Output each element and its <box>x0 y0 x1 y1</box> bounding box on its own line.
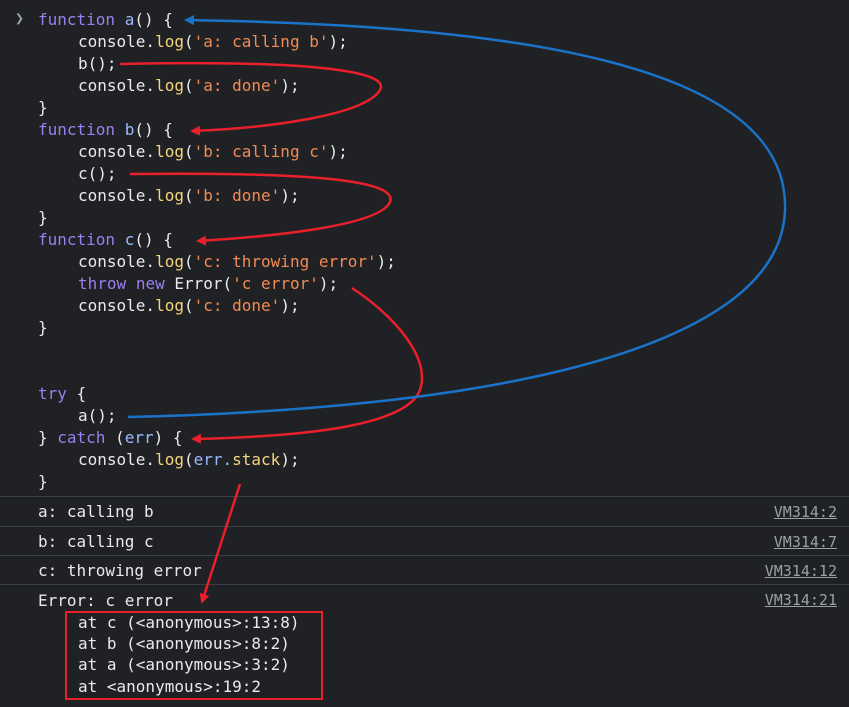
code-line: c(); <box>78 163 117 185</box>
code-line: } <box>38 207 48 229</box>
console-message: c: throwing error VM314:12 <box>0 555 849 585</box>
method-name: log <box>155 76 184 95</box>
code-line: function a() { <box>38 9 173 31</box>
code-line: function b() { <box>38 119 173 141</box>
keyword: new <box>135 274 165 293</box>
punctuation: } <box>38 98 48 117</box>
console-message: b: calling c VM314:7 <box>0 526 849 556</box>
call-expression: a(); <box>78 406 117 425</box>
method-name: log <box>155 252 184 271</box>
call-expression: c(); <box>78 164 117 183</box>
class-name: Error( <box>174 274 233 293</box>
string-literal: 'a: done' <box>193 76 281 95</box>
variable: err <box>124 428 154 447</box>
punctuation: ); <box>280 186 300 205</box>
console-input-block[interactable]: ❯ function a() { console.log('a: calling… <box>0 0 849 496</box>
string-literal: 'b: done' <box>193 186 281 205</box>
code-line: console.log('c: done'); <box>78 295 300 317</box>
method-name: log <box>155 142 184 161</box>
punctuation: ( <box>183 252 194 271</box>
punctuation: ( <box>183 296 194 315</box>
punctuation: ); <box>328 32 348 51</box>
code-line: } <box>38 97 48 119</box>
source-link[interactable]: VM314:7 <box>774 532 837 552</box>
method-name: log <box>155 186 184 205</box>
source-link[interactable]: VM314:2 <box>774 502 837 522</box>
string-literal: 'c: done' <box>193 296 281 315</box>
source-link[interactable]: VM314:21 <box>765 590 837 610</box>
code-line: b(); <box>78 53 117 75</box>
method-name: log <box>155 296 184 315</box>
code-line: } catch (err) { <box>38 427 183 449</box>
function-name: a <box>124 10 135 29</box>
identifier: console. <box>78 186 156 205</box>
message-text: b: calling c <box>38 532 154 551</box>
variable: err. <box>193 450 233 469</box>
error-text: Error: c error <box>38 591 173 610</box>
console-message: a: calling b VM314:2 <box>0 496 849 527</box>
punctuation: ( <box>183 142 194 161</box>
punctuation: } <box>38 428 58 447</box>
punctuation: () { <box>134 120 173 139</box>
punctuation: { <box>66 384 87 403</box>
punctuation: ( <box>183 186 194 205</box>
code-line: console.log('b: calling c'); <box>78 141 348 163</box>
code-line: try { <box>38 383 86 405</box>
keyword: try <box>38 384 67 403</box>
code-line: console.log('a: done'); <box>78 75 300 97</box>
function-name: b <box>124 120 135 139</box>
punctuation: ( <box>105 428 125 447</box>
stack-trace-highlight-box <box>65 611 323 700</box>
string-literal: 'a: calling b' <box>193 32 329 51</box>
string-literal: 'b: calling c' <box>193 142 329 161</box>
keyword: function <box>38 10 116 29</box>
keyword: throw <box>78 274 127 293</box>
source-link[interactable]: VM314:12 <box>765 561 837 581</box>
method-name: log <box>155 450 184 469</box>
method-name: log <box>155 32 184 51</box>
code-line: function c() { <box>38 229 173 251</box>
punctuation: ( <box>183 32 194 51</box>
code-line: console.log('c: throwing error'); <box>78 251 396 273</box>
code-line: a(); <box>78 405 117 427</box>
punctuation: ) { <box>153 428 183 447</box>
identifier: console. <box>78 76 156 95</box>
keyword: function <box>38 230 116 249</box>
code-line: } <box>38 471 48 493</box>
punctuation: () { <box>134 230 173 249</box>
identifier: console. <box>78 296 156 315</box>
identifier: console. <box>78 450 156 469</box>
punctuation: ( <box>183 450 194 469</box>
punctuation: () { <box>134 10 173 29</box>
punctuation: } <box>38 208 48 227</box>
punctuation: ); <box>376 252 396 271</box>
punctuation: ( <box>183 76 194 95</box>
devtools-console: ❯ function a() { console.log('a: calling… <box>0 0 849 707</box>
chevron-right-icon: ❯ <box>15 9 25 27</box>
identifier: console. <box>78 252 156 271</box>
string-literal: 'c: throwing error' <box>193 252 377 271</box>
code-line: console.log('a: calling b'); <box>78 31 348 53</box>
string-literal: 'c error' <box>232 274 319 293</box>
code-line: } <box>38 317 48 339</box>
punctuation: } <box>38 318 48 337</box>
punctuation: ); <box>280 450 300 469</box>
message-text: c: throwing error <box>38 561 202 580</box>
punctuation: ); <box>280 296 300 315</box>
keyword: function <box>38 120 116 139</box>
keyword: catch <box>57 428 106 447</box>
code-line: console.log('b: done'); <box>78 185 300 207</box>
function-name: c <box>124 230 135 249</box>
punctuation: ); <box>280 76 300 95</box>
message-text: a: calling b <box>38 502 154 521</box>
property-name: stack <box>232 450 281 469</box>
punctuation: } <box>38 472 48 491</box>
punctuation: ); <box>318 274 339 293</box>
call-expression: b(); <box>78 54 117 73</box>
identifier: console. <box>78 32 156 51</box>
code-line: console.log(err.stack); <box>78 449 300 471</box>
punctuation: ); <box>328 142 348 161</box>
identifier: console. <box>78 142 156 161</box>
code-line: throw new Error('c error'); <box>78 273 338 295</box>
